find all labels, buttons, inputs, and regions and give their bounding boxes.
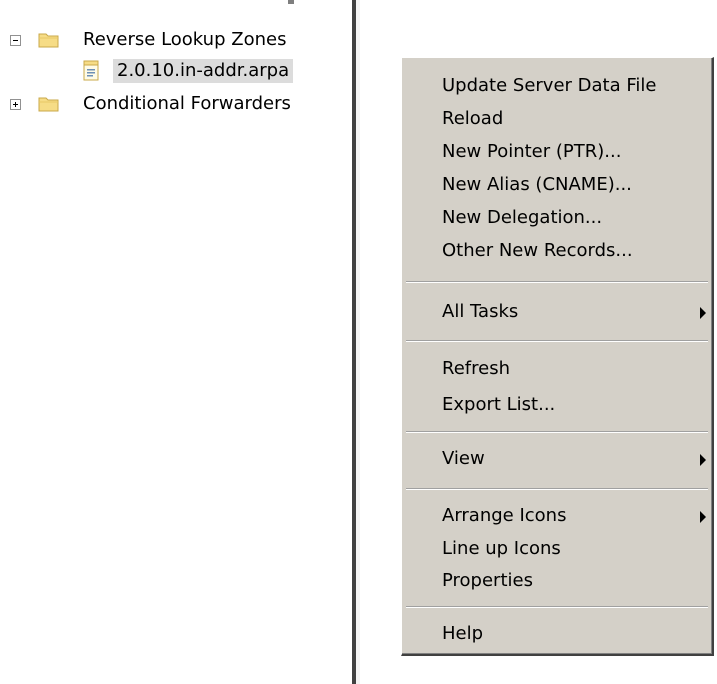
menu-separator [406,431,708,433]
menu-item-other-new-records[interactable]: Other New Records... [402,236,710,266]
tree-item-conditional-forwarders[interactable]: Conditional Forwarders [79,92,295,116]
submenu-arrow-icon [700,454,706,466]
menu-item-export-list[interactable]: Export List... [402,390,710,420]
menu-item-properties[interactable]: Properties [402,566,710,596]
menu-item-help[interactable]: Help [402,619,710,649]
pane-splitter-edge [356,0,360,684]
menu-item-update-server-data-file[interactable]: Update Server Data File [402,71,710,101]
menu-item-new-delegation[interactable]: New Delegation... [402,203,710,233]
menu-item-arrange-icons[interactable]: Arrange Icons [402,501,710,531]
menu-item-all-tasks[interactable]: All Tasks [402,297,710,327]
menu-item-line-up-icons[interactable]: Line up Icons [402,534,710,564]
partially-visible-zone-icon [90,0,108,8]
menu-item-view[interactable]: View [402,444,710,474]
expand-conditional-forwarders-toggle[interactable] [10,99,21,110]
submenu-arrow-icon [700,307,706,319]
menu-item-new-pointer[interactable]: New Pointer (PTR)... [402,137,710,167]
menu-item-reload[interactable]: Reload [402,104,710,134]
tree-item-2-0-10-in-addr-arpa[interactable]: 2.0.10.in-addr.arpa [113,59,294,83]
zone-file-icon [82,60,102,82]
menu-separator [406,606,708,608]
collapse-reverse-lookup-zones-toggle[interactable] [10,35,21,46]
menu-item-refresh[interactable]: Refresh [402,354,710,384]
menu-separator [406,340,708,342]
submenu-arrow-icon [700,511,706,523]
menu-separator [406,281,708,283]
menu-item-new-alias[interactable]: New Alias (CNAME)... [402,170,710,200]
menu-separator [406,488,708,490]
context-menu: Update Server Data File Reload New Point… [401,57,714,656]
partially-visible-text [288,0,294,4]
folder-icon [38,31,60,49]
folder-icon [38,95,60,113]
console-tree: Reverse Lookup Zones 2.0.10.in-addr.arpa… [0,0,350,684]
tree-item-reverse-lookup-zones[interactable]: Reverse Lookup Zones [79,28,290,52]
